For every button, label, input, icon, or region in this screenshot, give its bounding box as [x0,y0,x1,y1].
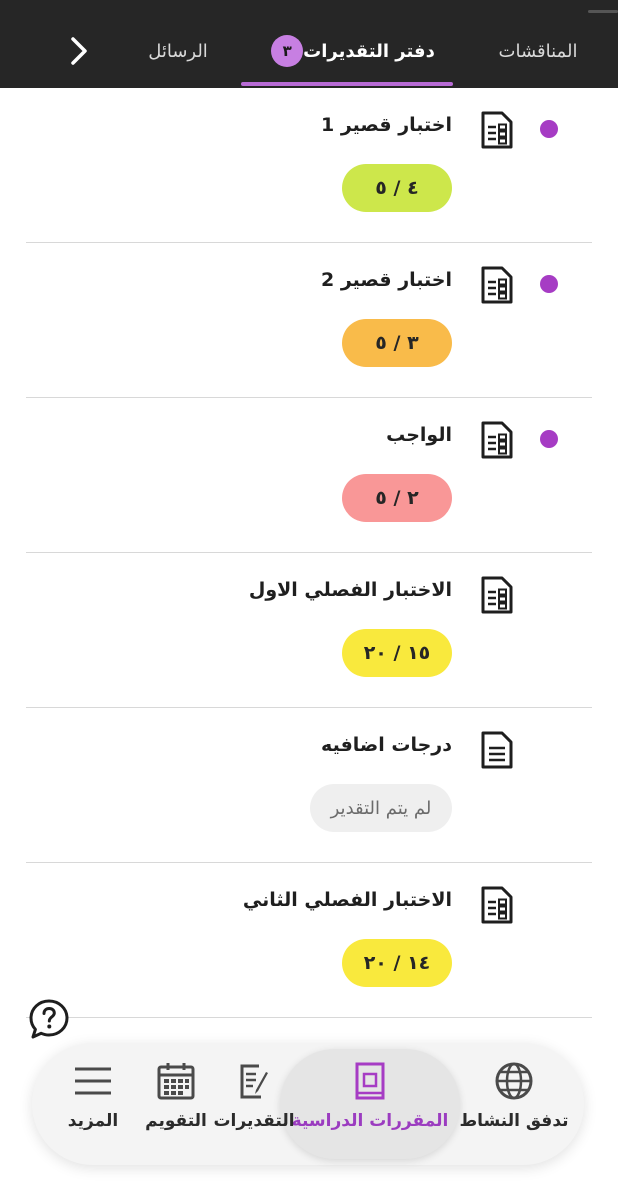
score-pill: ١٤ / ٢٠ [342,939,452,987]
nav-activity-label: تدفق النشاط [459,1111,569,1131]
grade-row[interactable]: اختبار قصير 2 ٣ / ٥ [26,243,592,398]
grade-row[interactable]: اختبار قصير 1 ٤ / ٥ [26,88,592,243]
score-pill: ٣ / ٥ [342,319,452,367]
grade-title: اختبار قصير 2 [321,269,452,291]
tab-gradebook[interactable]: ٣ دفتر التقديرات [241,14,453,88]
nav-courses[interactable]: المقررات الدراسية [282,1043,458,1165]
calendar-icon [157,1063,195,1100]
grade-title: درجات اضافيه [321,734,452,756]
grade-row[interactable]: الواجب ٢ / ٥ [26,398,592,553]
chevron-right-icon[interactable] [62,34,96,68]
score-pill: ١٥ / ٢٠ [342,629,452,677]
grade-title: الواجب [386,424,452,446]
gradebook-badge: ٣ [271,35,304,67]
grade-row[interactable]: الاختبار الفصلي الاول ١٥ / ٢٠ [26,553,592,708]
nav-grades-label: التقديرات [213,1111,295,1131]
quiz-document-icon [480,885,514,925]
grade-title: الاختبار الفصلي الثاني [242,889,452,911]
quiz-document-icon [480,575,514,615]
nav-calendar-label: التقويم [145,1111,207,1131]
help-icon[interactable] [28,998,70,1040]
nav-more-label: المزيد [67,1111,119,1131]
grade-row[interactable]: درجات اضافيه لم يتم التقدير [26,708,592,863]
tab-messages[interactable]: الرسائل [123,14,233,88]
book-icon [355,1062,385,1100]
score-pill: لم يتم التقدير [310,784,452,832]
status-strip [0,0,618,14]
nav-more[interactable]: المزيد [50,1043,136,1165]
nav-courses-label: المقررات الدراسية [291,1111,449,1131]
tab-gradebook-label: دفتر التقديرات [303,40,435,62]
top-tab-bar: المناقشات ٣ دفتر التقديرات الرسائل [0,14,618,88]
quiz-document-icon [480,420,514,460]
unread-dot [540,275,558,293]
quiz-document-icon [480,110,514,150]
nav-calendar[interactable]: التقويم [138,1043,214,1165]
quiz-document-icon [480,265,514,305]
unread-dot [540,430,558,448]
score-pill: ٤ / ٥ [342,164,452,212]
globe-icon [495,1062,533,1100]
document-icon [480,730,514,770]
grade-row[interactable]: الاختبار الفصلي الثاني ١٤ / ٢٠ [26,863,592,1018]
tab-messages-label: الرسائل [148,40,208,62]
nav-grades[interactable]: التقديرات [200,1043,308,1165]
grade-title: اختبار قصير 1 [321,114,452,136]
unread-dot [540,120,558,138]
tab-discussions-label: المناقشات [498,40,578,62]
grade-title: الاختبار الفصلي الاول [248,579,452,601]
bottom-nav: تدفق النشاط المقررات الدراسية التقديرات [32,1043,584,1165]
menu-icon [75,1067,111,1095]
grade-list: اختبار قصير 1 ٤ / ٥ اختبار قصير 2 ٣ / ٥ الوا… [0,88,618,1018]
grades-edit-icon [240,1064,268,1099]
nav-activity-stream[interactable]: تدفق النشاط [450,1043,578,1165]
tab-discussions[interactable]: المناقشات [458,14,618,88]
score-pill: ٢ / ٥ [342,474,452,522]
